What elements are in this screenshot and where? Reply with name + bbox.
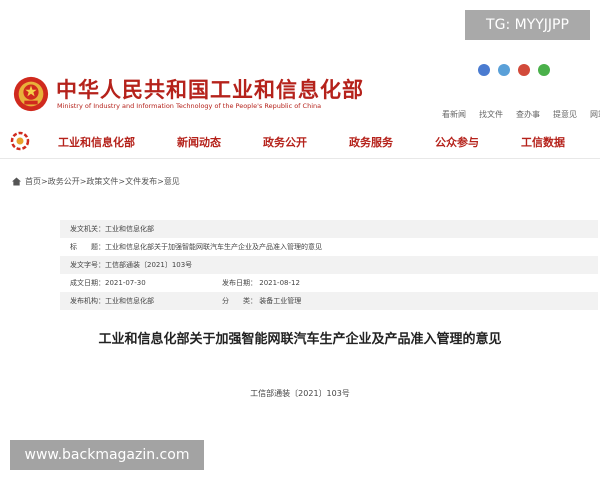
nav-item-news[interactable]: 新闻动态 bbox=[177, 134, 221, 150]
info-value: 工信部通装〔2021〕103号 bbox=[105, 261, 193, 269]
document-title: 工业和信息化部关于加强智能网联汽车生产企业及产品准入管理的意见 bbox=[98, 332, 502, 347]
nav-item-services[interactable]: 政务服务 bbox=[349, 134, 393, 150]
mobile-icon[interactable] bbox=[498, 64, 510, 76]
info-value: 工业和信息化部关于加强智能网联汽车生产企业及产品准入管理的意见 bbox=[105, 243, 322, 251]
breadcrumb-policy-docs[interactable]: 政策文件 bbox=[86, 176, 118, 187]
info-label: 发布日期： bbox=[222, 279, 257, 287]
breadcrumb-home[interactable]: 首页 bbox=[25, 176, 41, 187]
nav-divider bbox=[0, 158, 600, 159]
wechat-icon[interactable] bbox=[538, 64, 550, 76]
info-label: 发文字号： bbox=[70, 261, 105, 269]
info-row-publisher: 发布机构： 工业和信息化部 分 类： 装备工业管理 bbox=[60, 292, 598, 310]
info-value: 2021-08-12 bbox=[259, 279, 300, 287]
weibo-red-icon[interactable] bbox=[518, 64, 530, 76]
national-emblem-icon bbox=[13, 76, 49, 112]
info-label: 发文机关： bbox=[70, 225, 105, 233]
info-row-dates: 成文日期： 2021-07-30 发布日期： 2021-08-12 bbox=[60, 274, 598, 292]
breadcrumb-separator: > bbox=[79, 177, 87, 186]
breadcrumb: 首页 > 政务公开 > 政策文件 > 文件发布 > 意见 bbox=[12, 176, 180, 187]
document-number: 工信部通装〔2021〕103号 bbox=[250, 389, 350, 398]
main-nav: 工业和信息化部 新闻动态 政务公开 政务服务 公众参与 工信数据 bbox=[58, 134, 590, 150]
utility-link-sites[interactable]: 网站群 bbox=[590, 109, 600, 120]
watermark-bottom: www.backmagazin.com bbox=[10, 440, 204, 470]
breadcrumb-doc-release[interactable]: 文件发布 bbox=[125, 176, 157, 187]
info-value: 2021-07-30 bbox=[105, 279, 146, 287]
breadcrumb-opinions[interactable]: 意见 bbox=[164, 176, 180, 187]
site-subtitle: Ministry of Industry and Information Tec… bbox=[57, 102, 322, 110]
breadcrumb-separator: > bbox=[41, 177, 48, 186]
utility-link-services[interactable]: 查办事 bbox=[516, 109, 540, 120]
nav-item-data[interactable]: 工信数据 bbox=[521, 134, 565, 150]
info-row-issuer: 发文机关： 工业和信息化部 bbox=[60, 220, 598, 238]
watermark-top: TG: MYYJJPP bbox=[465, 10, 590, 40]
utility-link-news[interactable]: 看新闻 bbox=[442, 109, 466, 120]
info-label: 分 类： bbox=[222, 297, 257, 305]
breadcrumb-separator: > bbox=[118, 177, 126, 186]
social-links bbox=[478, 64, 550, 76]
info-value: 工业和信息化部 bbox=[105, 225, 154, 233]
info-row-title: 标 题： 工业和信息化部关于加强智能网联汽车生产企业及产品准入管理的意见 bbox=[60, 238, 598, 256]
info-value: 装备工业管理 bbox=[259, 297, 302, 305]
utility-link-files[interactable]: 找文件 bbox=[479, 109, 503, 120]
breadcrumb-separator: > bbox=[157, 177, 164, 186]
info-label: 发布机构： bbox=[70, 297, 105, 305]
breadcrumb-public-affairs[interactable]: 政务公开 bbox=[48, 176, 80, 187]
weibo-icon[interactable] bbox=[478, 64, 490, 76]
home-icon bbox=[12, 177, 21, 186]
info-label: 成文日期： bbox=[70, 279, 105, 287]
nav-item-public-affairs[interactable]: 政务公开 bbox=[263, 134, 307, 150]
nav-item-participation[interactable]: 公众参与 bbox=[435, 134, 479, 150]
miit-logo-icon bbox=[10, 131, 30, 151]
nav-item-miit[interactable]: 工业和信息化部 bbox=[58, 134, 135, 150]
document-info-table: 发文机关： 工业和信息化部 标 题： 工业和信息化部关于加强智能网联汽车生产企业… bbox=[60, 220, 598, 310]
info-value: 工业和信息化部 bbox=[105, 297, 154, 305]
utility-link-feedback[interactable]: 提意见 bbox=[553, 109, 577, 120]
site-title[interactable]: 中华人民共和国工业和信息化部 bbox=[56, 74, 364, 104]
info-row-doc-number: 发文字号： 工信部通装〔2021〕103号 bbox=[60, 256, 598, 274]
utility-links: 看新闻 找文件 查办事 提意见 网站群 bbox=[442, 109, 600, 120]
info-label: 标 题： bbox=[70, 243, 105, 251]
